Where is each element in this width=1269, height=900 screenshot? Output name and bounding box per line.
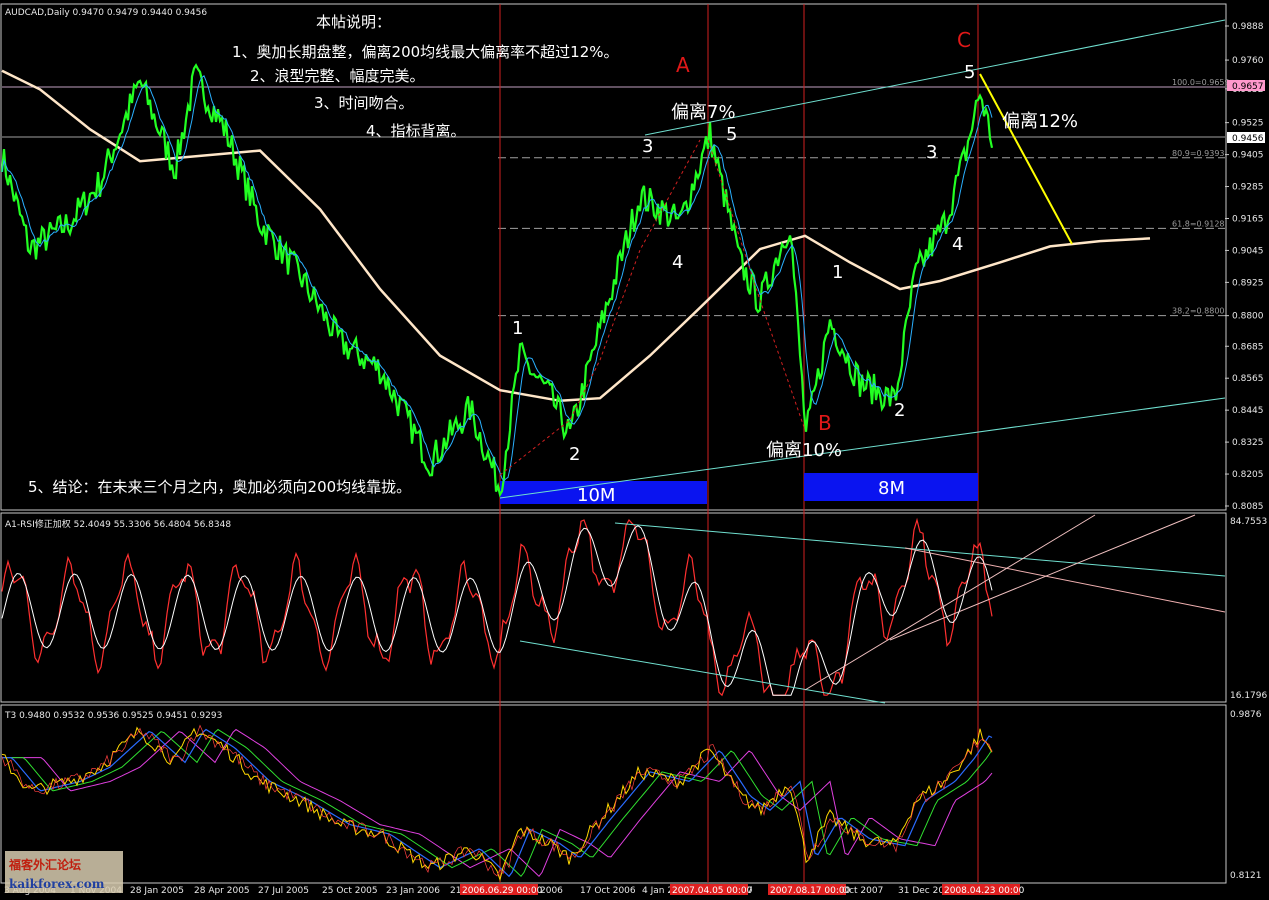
x-axis-label: 17 Oct 2006 [580,886,636,896]
main-y-tick-label: 0.8800 [1232,312,1264,322]
rsi-pink-rise-1 [804,514,1096,691]
main-y-tick-label: 0.9165 [1232,214,1264,224]
t3-magenta-line [2,728,993,878]
chart-canvas: AUDCAD,Daily 0.9470 0.9479 0.9440 0.9456… [0,3,1267,896]
t3-yellow-line [1,726,993,882]
wave-label-5a: 5 [726,124,737,145]
rsi-panel-frame [0,512,1227,703]
rsi-white-line [1,525,993,696]
x-axis-label: 2006.06.29 00:00 [462,886,543,896]
rsi-pink-trend [904,547,1226,613]
wave-label-5b: 5 [964,62,975,83]
t3-series [1,724,993,882]
wave-label-4a: 4 [672,252,683,273]
fib-level-label: 61.8=0.9128 [1172,219,1225,228]
target-yellow-line [979,73,1073,245]
rsi-y-tick-label: 84.7553 [1230,517,1267,527]
wave-dotted-a [499,139,701,476]
t3-panel-frame [0,704,1227,884]
main-y-tick-label: 0.9285 [1232,183,1264,193]
fib-level-label: 80.9=0.9393 [1172,149,1225,158]
main-y-tick-label: 0.8445 [1232,406,1264,416]
main-y-tick-label: 0.9888 [1232,22,1264,32]
deviation-10: 偏离10% [766,440,842,461]
main-y-tick-label: 0.9525 [1232,119,1264,129]
x-axis-label: 4 Jan 2 [642,886,673,896]
x-axis-label: 2007.08.17 00:00 [770,886,851,896]
wave-label-C: C [957,28,971,52]
box-label-8m: 8M [878,478,905,499]
y-axis-labels: 0.98880.97600.96520.95250.94050.92850.91… [1225,22,1267,881]
wave-label-3b: 3 [926,142,937,163]
bid-price-tag: 0.9456 [1227,132,1265,144]
x-axis-labels: 3 Aug 20041 Nov 200428 Jan 200528 Apr 20… [4,884,1025,896]
note-item-1: 1、奥加长期盘整，偏离200均线最大偏离率不超过12%。 [232,43,619,61]
ask-price-tag: 0.9657 [1227,80,1265,92]
wave-label-1b: 1 [832,262,843,283]
main-y-tick-label: 0.8085 [1232,502,1264,512]
t3-y-tick-label: 0.8121 [1230,871,1262,881]
x-axis-label: Oct 2007 [842,886,883,896]
fib-level-label: 38.2=0.8800 [1172,307,1225,316]
svg-text:福客外汇论坛: 福客外汇论坛 [8,857,81,872]
x-axis-label: 2006 [540,886,563,896]
x-axis-label: 7 [747,886,753,896]
x-axis-label: 23 Jan 2006 [386,886,440,896]
wave-label-3a: 3 [642,136,653,157]
t3-y-tick-label: 0.9876 [1230,710,1262,720]
x-axis-label: 2007.04.05 00:00 [672,886,753,896]
t3-header: T3 0.9480 0.9532 0.9536 0.9525 0.9451 0.… [4,711,222,721]
svg-text:0.9657: 0.9657 [1232,82,1264,92]
x-axis-label: 2008.04.23 00:00 [944,886,1025,896]
main-y-tick-label: 0.8565 [1232,374,1264,384]
note-item-3: 3、时间吻合。 [314,94,414,112]
fib-level-label: 100.0=0.9659 [1172,78,1230,87]
note-item-4: 4、指标背离。 [366,122,466,140]
box-label-10m: 10M [577,485,615,506]
rsi-y-tick-label: 16.1796 [1230,691,1267,701]
main-header: AUDCAD,Daily 0.9470 0.9479 0.9440 0.9456 [5,8,207,18]
main-y-tick-label: 0.9045 [1232,246,1264,256]
x-axis-label: 28 Jan 2005 [130,886,184,896]
main-y-tick-label: 0.9760 [1232,56,1264,66]
x-axis-label: 28 Apr 2005 [194,886,250,896]
trend-lines [499,19,1226,499]
x-axis-label: 27 Jul 2005 [258,886,309,896]
main-y-tick-label: 0.8685 [1232,342,1264,352]
deviation-12: 偏离12% [1002,111,1078,132]
wave-label-2a: 2 [569,444,580,465]
note-item-2: 2、浪型完整、幅度完美。 [250,67,425,85]
note-conclusion: 5、结论：在未来三个月之内，奥加必须向200均线靠拢。 [28,478,411,496]
x-axis-label: 25 Oct 2005 [322,886,378,896]
deviation-7: 偏离7% [671,102,736,123]
wave-label-B: B [818,411,832,435]
rsi-lower-trend [519,640,886,704]
main-y-tick-label: 0.9405 [1232,151,1264,161]
wave-label-4b: 4 [952,234,963,255]
svg-text:0.9456: 0.9456 [1232,134,1264,144]
price-series [0,63,994,498]
main-y-tick-label: 0.8925 [1232,278,1264,288]
price-line [0,63,994,498]
watermark-logo: 福客外汇论坛 kaikforex.com [5,851,123,893]
main-y-tick-label: 0.8205 [1232,470,1264,480]
svg-text:kaikforex.com: kaikforex.com [9,877,105,891]
main-panel-frame [0,3,1227,511]
wave-label-A: A [676,53,690,77]
note-title: 本帖说明： [316,13,391,31]
wave-label-1a: 1 [512,318,523,339]
x-axis-label: 21 [450,886,461,896]
rsi-series [1,514,1226,704]
main-y-tick-label: 0.8325 [1232,438,1264,448]
wave-label-2b: 2 [894,400,905,421]
rsi-header: A1-RSI修正加权 52.4049 55.3306 56.4804 56.83… [5,518,231,530]
